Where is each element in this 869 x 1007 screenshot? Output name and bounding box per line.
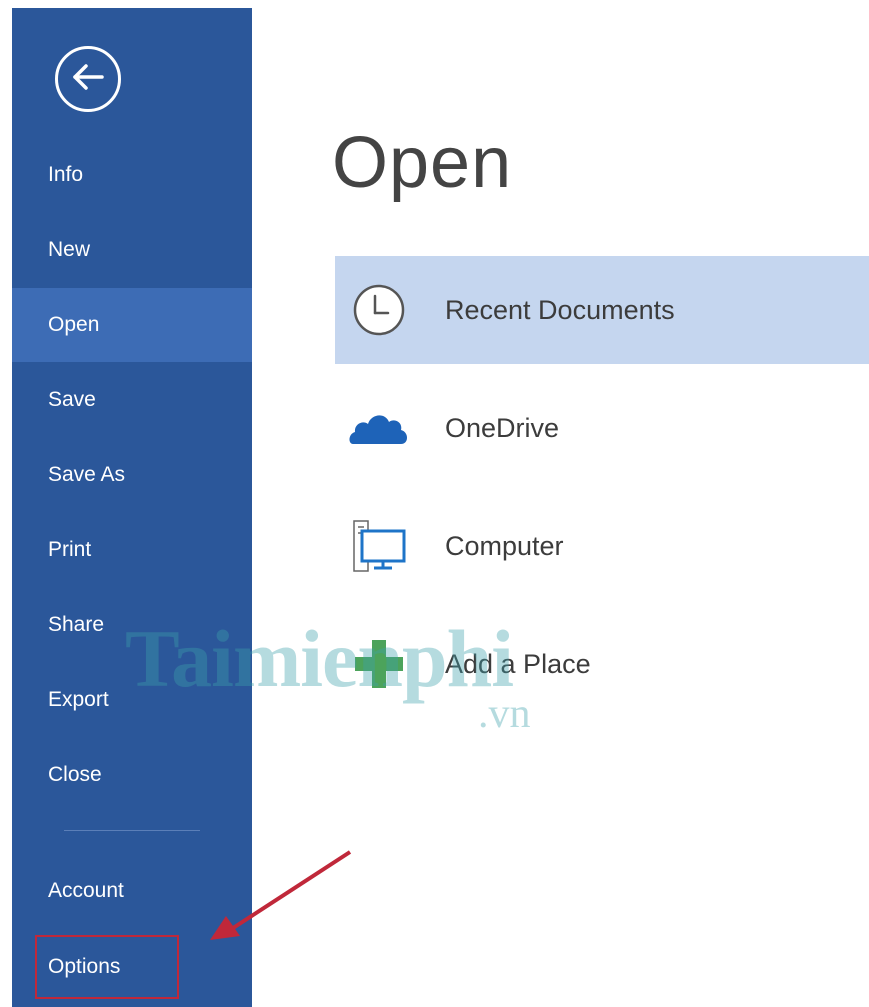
place-onedrive[interactable]: OneDrive <box>335 374 869 482</box>
place-computer[interactable]: Computer <box>335 492 869 600</box>
nav-item-label: Print <box>48 538 92 561</box>
nav-item-label: Open <box>48 313 100 336</box>
clock-icon <box>347 278 411 342</box>
cloud-icon <box>347 396 411 460</box>
nav-item-label: New <box>48 238 91 261</box>
nav-item-export[interactable]: Export <box>12 663 252 737</box>
nav-item-label: Share <box>48 613 105 636</box>
back-button[interactable] <box>55 46 121 112</box>
nav-item-label: Close <box>48 763 102 786</box>
place-recent-documents[interactable]: Recent Documents <box>335 256 869 364</box>
nav-item-label: Save As <box>48 463 126 486</box>
nav-item-label: Save <box>48 388 96 411</box>
sidebar-divider <box>64 830 200 831</box>
nav-item-save[interactable]: Save <box>12 363 252 437</box>
place-add-a-place[interactable]: Add a Place <box>335 610 869 718</box>
nav-item-save-as[interactable]: Save As <box>12 438 252 512</box>
nav-item-print[interactable]: Print <box>12 513 252 587</box>
place-label: OneDrive <box>445 412 560 443</box>
nav-item-account[interactable]: Account <box>12 854 252 928</box>
computer-icon <box>347 514 411 578</box>
nav-item-info[interactable]: Info <box>12 138 252 212</box>
nav-item-new[interactable]: New <box>12 213 252 287</box>
back-arrow-icon <box>71 62 105 97</box>
nav-item-close[interactable]: Close <box>12 738 252 812</box>
place-label: Add a Place <box>445 648 591 679</box>
plus-icon <box>347 632 411 696</box>
nav-item-label: Account <box>48 879 124 902</box>
nav-item-label: Info <box>48 163 84 186</box>
backstage-sidebar: Info New Open Save Save As Print Share E… <box>12 8 252 1007</box>
place-label: Recent Documents <box>445 294 675 325</box>
nav-item-label: Export <box>48 688 109 711</box>
page-title: Open <box>332 123 513 203</box>
nav-item-open[interactable]: Open <box>12 288 252 362</box>
options-highlight-box <box>35 935 179 999</box>
place-label: Computer <box>445 530 564 561</box>
nav-item-share[interactable]: Share <box>12 588 252 662</box>
